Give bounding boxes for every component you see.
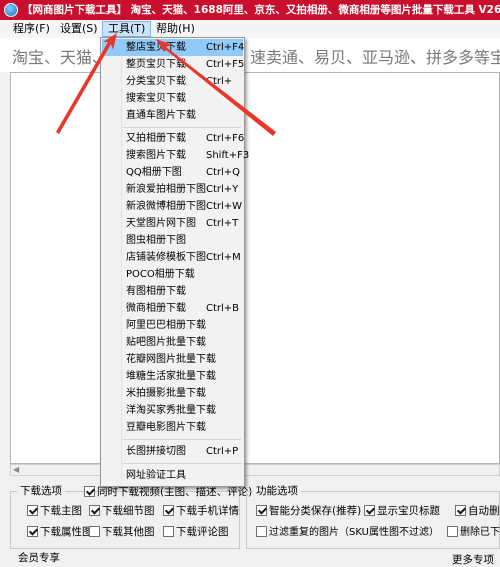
arrow-to-tools-menu-icon [56, 33, 117, 134]
arrow-to-shop-download-icon [156, 39, 276, 136]
annotation-arrows [56, 33, 276, 136]
